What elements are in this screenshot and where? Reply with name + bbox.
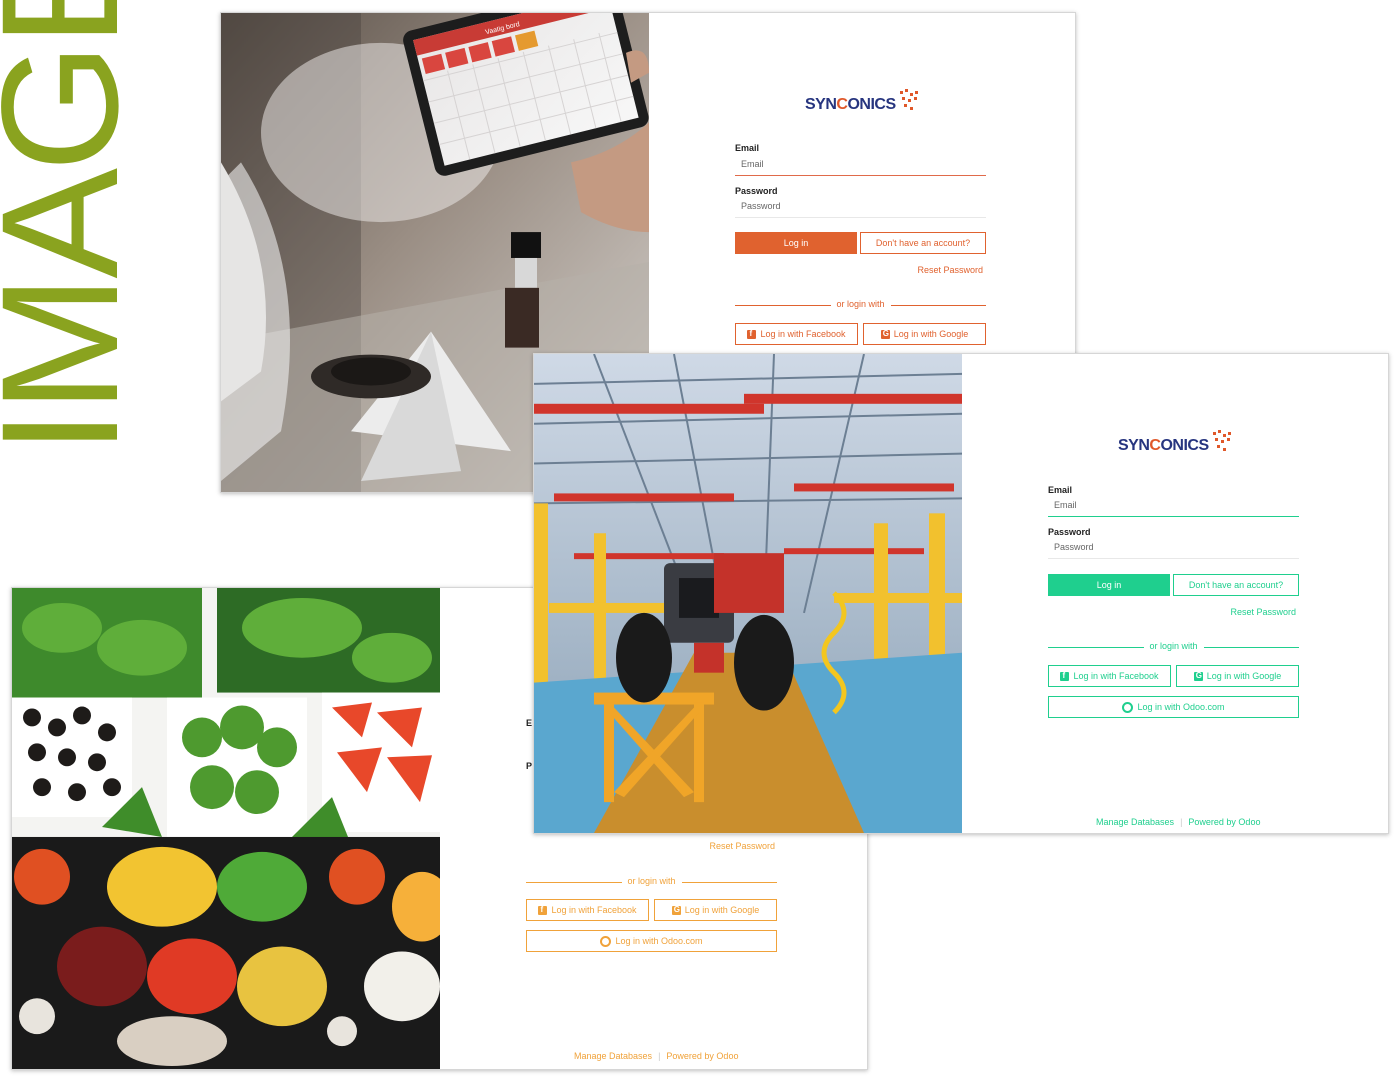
facebook-login-button[interactable]: f Log in with Facebook — [735, 323, 858, 345]
password-label: Password — [735, 186, 778, 196]
google-login-button[interactable]: G Log in with Google — [1176, 665, 1299, 687]
powered-by-link[interactable]: Powered by Odoo — [1188, 817, 1260, 827]
synconics-logo: SYN C ONICS — [1118, 430, 1233, 456]
login-screen-factory: SYN C ONICS Email Email Password Password … — [533, 353, 1389, 834]
email-label: Email — [1048, 485, 1073, 495]
footer-links: Manage Databases | Powered by Odoo — [1096, 817, 1261, 827]
email-label: E — [526, 718, 533, 728]
facebook-login-button[interactable]: f Log in with Facebook — [526, 899, 649, 921]
password-field[interactable]: Password — [735, 198, 986, 218]
facebook-login-button[interactable]: f Log in with Facebook — [1048, 665, 1171, 687]
or-login-divider: or login with — [1048, 641, 1299, 653]
password-label: P — [526, 761, 533, 771]
reset-password-link[interactable]: Reset Password — [917, 265, 983, 275]
password-label: Password — [1048, 527, 1091, 537]
vegetables-photo — [12, 588, 440, 1069]
manage-databases-link[interactable]: Manage Databases — [1096, 817, 1174, 827]
image-heading: IMAGE — [0, 0, 126, 455]
password-placeholder: Password — [741, 201, 781, 211]
manage-databases-link[interactable]: Manage Databases — [574, 1051, 652, 1061]
google-login-button[interactable]: G Log in with Google — [654, 899, 777, 921]
odoo-ring-icon — [1122, 701, 1134, 713]
footer-links: Manage Databases | Powered by Odoo — [574, 1051, 739, 1061]
facebook-icon: f — [538, 905, 548, 915]
login-button[interactable]: Log in — [735, 232, 857, 254]
google-login-button[interactable]: G Log in with Google — [863, 323, 986, 345]
password-placeholder: Password — [1054, 542, 1094, 552]
odoo-ring-icon — [600, 935, 612, 947]
factory-photo — [534, 354, 962, 833]
facebook-icon: f — [747, 329, 757, 339]
powered-by-link[interactable]: Powered by Odoo — [666, 1051, 738, 1061]
logo-dots-icon — [899, 89, 918, 110]
synconics-logo: SYN C ONICS — [805, 89, 920, 115]
email-placeholder: Email — [1054, 500, 1077, 510]
login-pane-factory: SYN C ONICS Email Email Password Password … — [960, 354, 1388, 833]
google-plus-icon: G — [671, 904, 681, 915]
google-plus-icon: G — [1193, 670, 1203, 681]
password-field[interactable]: Password — [1048, 539, 1299, 559]
signup-button[interactable]: Don't have an account? — [860, 232, 986, 254]
login-button[interactable]: Log in — [1048, 574, 1170, 596]
email-label: Email — [735, 143, 760, 153]
or-login-divider: or login with — [526, 876, 777, 888]
google-plus-icon: G — [880, 328, 890, 339]
facebook-icon: f — [1060, 671, 1070, 681]
reset-password-link[interactable]: Reset Password — [1230, 607, 1296, 617]
reset-password-link[interactable]: Reset Password — [709, 841, 775, 851]
or-login-divider: or login with — [735, 299, 986, 311]
logo-dots-icon — [1212, 430, 1231, 451]
email-field[interactable]: Email — [1048, 497, 1299, 517]
email-field[interactable]: Email — [735, 156, 986, 176]
email-placeholder: Email — [741, 159, 764, 169]
odoo-login-button[interactable]: Log in with Odoo.com — [1048, 696, 1299, 718]
odoo-login-button[interactable]: Log in with Odoo.com — [526, 930, 777, 952]
signup-button[interactable]: Don't have an account? — [1173, 574, 1299, 596]
